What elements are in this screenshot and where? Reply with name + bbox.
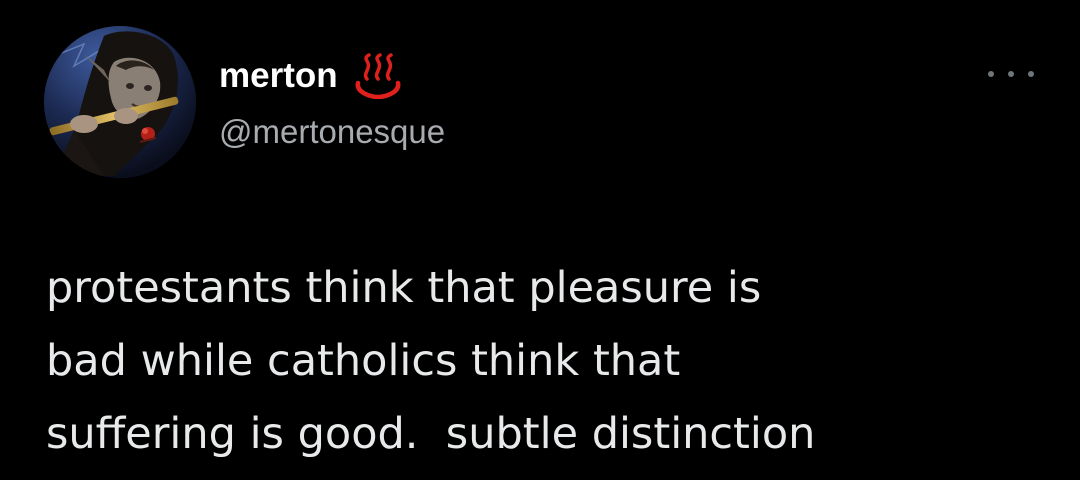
- display-name[interactable]: merton: [219, 52, 338, 100]
- tweet-text-line: protestants think that pleasure is: [46, 263, 762, 313]
- tweet-card: merton @mertonesque protestants think th…: [0, 0, 1080, 480]
- more-dot: [1028, 71, 1034, 77]
- author-row: merton: [219, 52, 404, 100]
- avatar-image: [44, 26, 196, 178]
- tweet-text: protestants think that pleasure is bad w…: [46, 252, 1066, 471]
- hot-springs-icon: [352, 53, 404, 100]
- more-options-icon[interactable]: [988, 60, 1034, 88]
- more-dot: [988, 71, 994, 77]
- author-handle[interactable]: @mertonesque: [219, 111, 445, 153]
- more-dot: [1008, 71, 1014, 77]
- tweet-text-line: suffering is good. subtle distinction: [46, 409, 816, 459]
- avatar[interactable]: [44, 26, 196, 178]
- tweet-text-line: bad while catholics think that: [46, 336, 681, 386]
